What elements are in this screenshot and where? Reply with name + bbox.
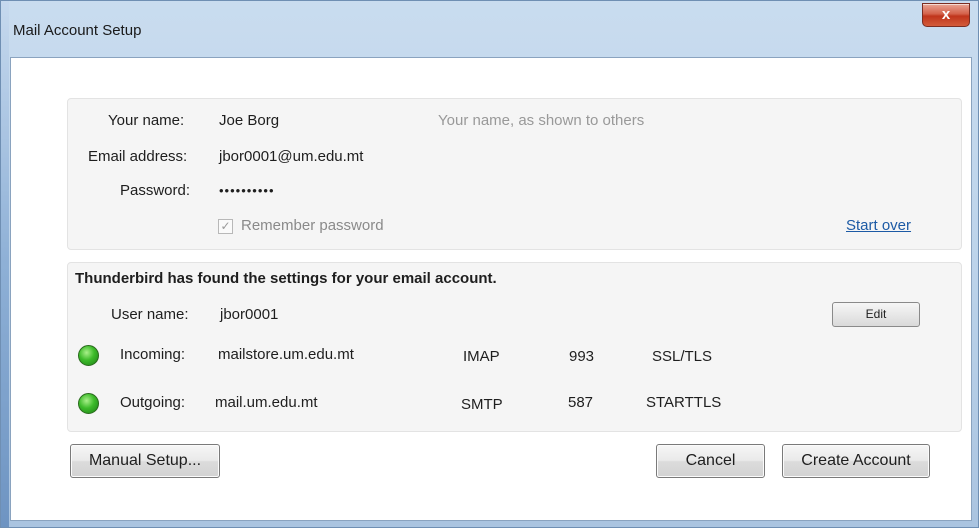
- outgoing-label: Outgoing:: [120, 394, 186, 411]
- your-name-field[interactable]: Joe Borg: [219, 112, 279, 129]
- cancel-button[interactable]: Cancel: [656, 444, 765, 478]
- settings-group: Thunderbird has found the settings for y…: [67, 262, 962, 432]
- incoming-security: SSL/TLS: [652, 348, 713, 365]
- dialog-content: Your name: Joe Borg Your name, as shown …: [10, 57, 972, 521]
- outgoing-host: mail.um.edu.mt: [215, 394, 318, 411]
- password-field[interactable]: ••••••••••: [219, 183, 275, 198]
- incoming-label: Incoming:: [120, 346, 186, 363]
- start-over-link[interactable]: Start over: [846, 217, 911, 234]
- dialog-window: Mail Account Setup x Your name: Joe Borg…: [0, 0, 979, 528]
- manual-setup-button[interactable]: Manual Setup...: [70, 444, 220, 478]
- incoming-host: mailstore.um.edu.mt: [218, 346, 354, 363]
- outgoing-port: 587: [568, 394, 594, 411]
- window-title: Mail Account Setup: [13, 22, 142, 39]
- your-name-hint: Your name, as shown to others: [438, 112, 645, 129]
- window-left-edge: [1, 1, 9, 527]
- close-button[interactable]: x: [922, 3, 970, 27]
- remember-password-checkbox[interactable]: ✓: [218, 219, 233, 234]
- green-status-icon: [78, 345, 99, 366]
- checkmark-icon: ✓: [220, 219, 231, 233]
- password-label: Password:: [120, 182, 191, 199]
- create-account-button[interactable]: Create Account: [782, 444, 930, 478]
- identity-group: Your name: Joe Borg Your name, as shown …: [67, 98, 962, 250]
- remember-password-label[interactable]: Remember password: [241, 217, 384, 234]
- user-name-label: User name:: [111, 306, 189, 323]
- green-status-icon: [78, 393, 99, 414]
- your-name-label: Your name:: [108, 112, 185, 129]
- settings-found-message: Thunderbird has found the settings for y…: [75, 270, 497, 287]
- user-name-value: jbor0001: [220, 306, 279, 323]
- outgoing-security: STARTTLS: [646, 394, 722, 411]
- title-bar[interactable]: Mail Account Setup x: [1, 1, 978, 57]
- email-address-label: Email address:: [88, 148, 188, 165]
- edit-button[interactable]: Edit: [832, 302, 920, 327]
- email-address-field[interactable]: jbor0001@um.edu.mt: [219, 148, 363, 165]
- incoming-protocol: IMAP: [463, 348, 500, 365]
- close-icon: x: [941, 6, 951, 23]
- incoming-port: 993: [569, 348, 595, 365]
- outgoing-protocol: SMTP: [461, 396, 503, 413]
